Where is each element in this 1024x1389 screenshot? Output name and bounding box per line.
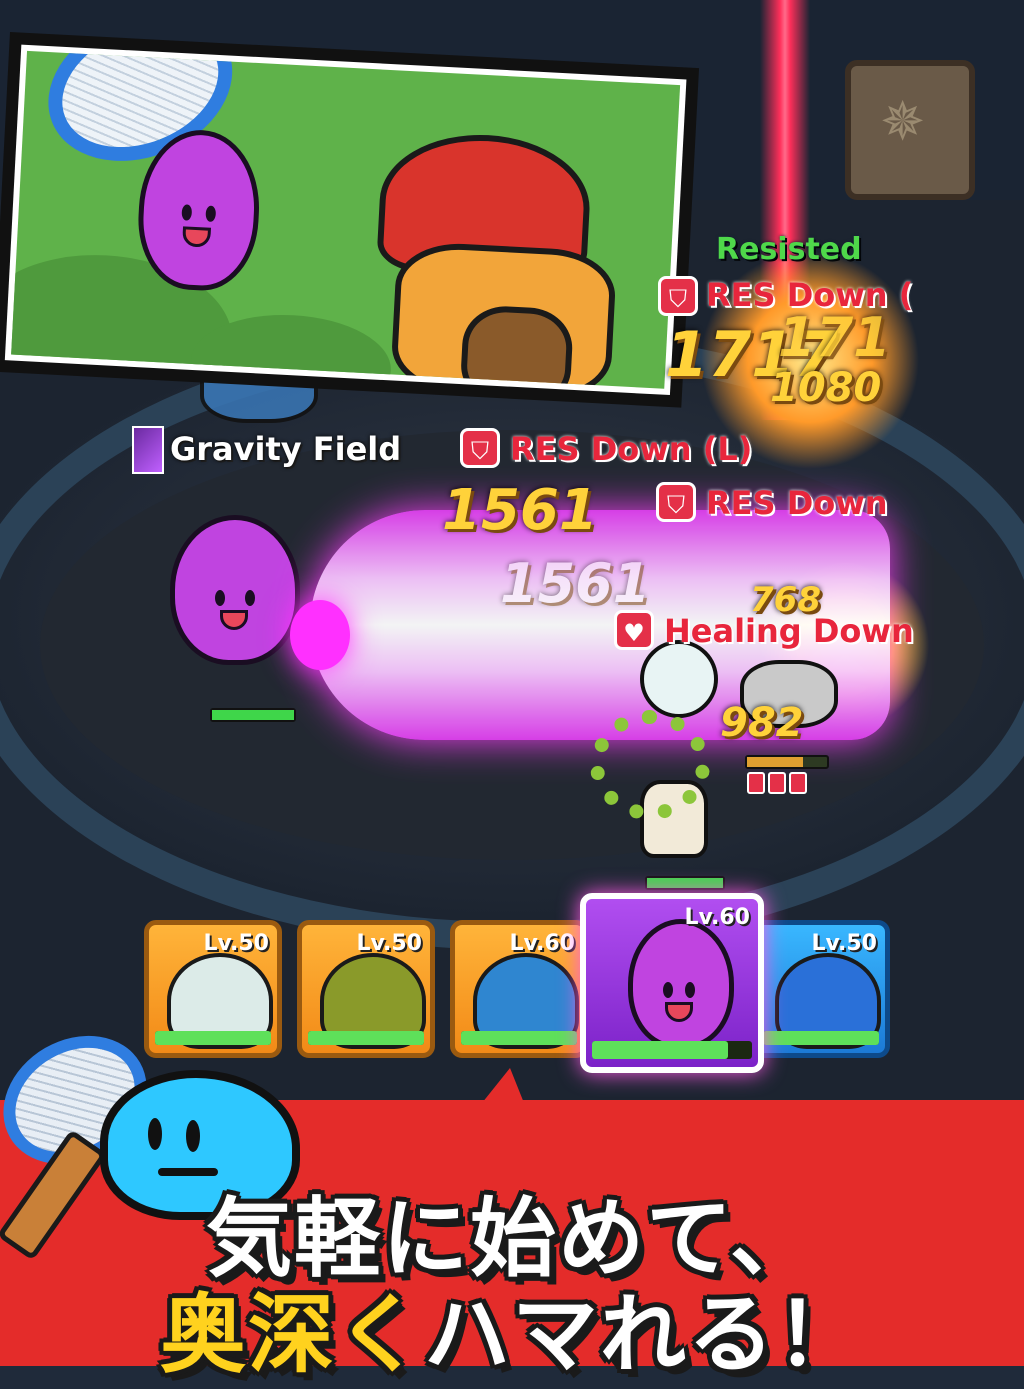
res-down-text-2: RES Down (L) <box>510 430 753 468</box>
beam-origin-effect <box>290 600 350 670</box>
damage-number: 1080 <box>770 365 882 411</box>
eye-icon <box>148 1118 162 1150</box>
enemy-hp-bar <box>745 755 829 769</box>
damage-number: 1561 <box>442 478 598 543</box>
eye-icon <box>685 982 695 998</box>
mouth-icon <box>220 610 248 630</box>
party-card-mushroom[interactable]: Lv.50 <box>297 920 435 1058</box>
res-down-icon: ⛉ <box>658 276 698 316</box>
card-hp-bar <box>763 1031 879 1045</box>
enemy-yeti <box>640 640 718 718</box>
damage-number: 1561 <box>500 552 651 615</box>
headline-rest: ハマれる！ <box>424 1285 864 1385</box>
res-down-text-3: RES Down <box>706 484 888 522</box>
card-hp-bar <box>308 1031 424 1045</box>
eye-icon <box>181 204 193 221</box>
headline-line-2: 奥深くハマれる！ <box>0 1264 1024 1389</box>
damage-number: 982 <box>720 700 804 746</box>
card-level: Lv.60 <box>509 931 575 956</box>
comic-panel <box>0 32 700 408</box>
card-hp-bar <box>592 1041 752 1059</box>
eye-icon <box>205 205 217 223</box>
resisted-text: Resisted <box>716 232 862 267</box>
hunter-backpack <box>459 304 575 389</box>
party-card-dragon[interactable]: Lv.60 <box>450 920 588 1058</box>
card-level: Lv.50 <box>811 931 877 956</box>
card-level: Lv.50 <box>356 931 422 956</box>
eye-icon <box>663 982 673 998</box>
healing-down-icon: ♥ <box>614 610 654 650</box>
banner-emblem-icon: ✵ <box>880 90 926 153</box>
mouth-icon <box>182 226 212 248</box>
ally-hp-bar <box>210 708 296 722</box>
card-level: Lv.50 <box>203 931 269 956</box>
res-down-icon: ⛉ <box>460 428 500 468</box>
res-down-icon: ⛉ <box>656 482 696 522</box>
gravity-field-icon <box>132 426 164 474</box>
vine-effect <box>590 710 710 820</box>
headline-accent: 奥深く <box>160 1285 424 1385</box>
eye-icon <box>215 590 225 606</box>
comic-grass-scene <box>11 50 681 389</box>
card-hp-bar <box>461 1031 577 1045</box>
card-hp-bar <box>155 1031 271 1045</box>
enemy-debuff-icons <box>747 772 807 794</box>
gravity-field-text: Gravity Field <box>170 430 402 468</box>
ally-squid-unit <box>170 515 300 665</box>
comic-panel-frame <box>4 44 687 396</box>
damage-number: 171 <box>778 306 891 369</box>
mouth-icon <box>665 1002 693 1022</box>
healing-down-text: Healing Down <box>664 612 914 650</box>
enemy-hp-bar <box>645 876 725 890</box>
eye-icon <box>245 590 255 606</box>
party-card-yeti[interactable]: Lv.50 <box>144 920 282 1058</box>
eye-icon <box>186 1120 200 1152</box>
card-level: Lv.60 <box>684 905 750 930</box>
party-card-squid-selected[interactable]: Lv.60 <box>580 893 764 1073</box>
squid-portrait <box>628 919 734 1049</box>
party-card-blue-creature[interactable]: Lv.50 <box>752 920 890 1058</box>
